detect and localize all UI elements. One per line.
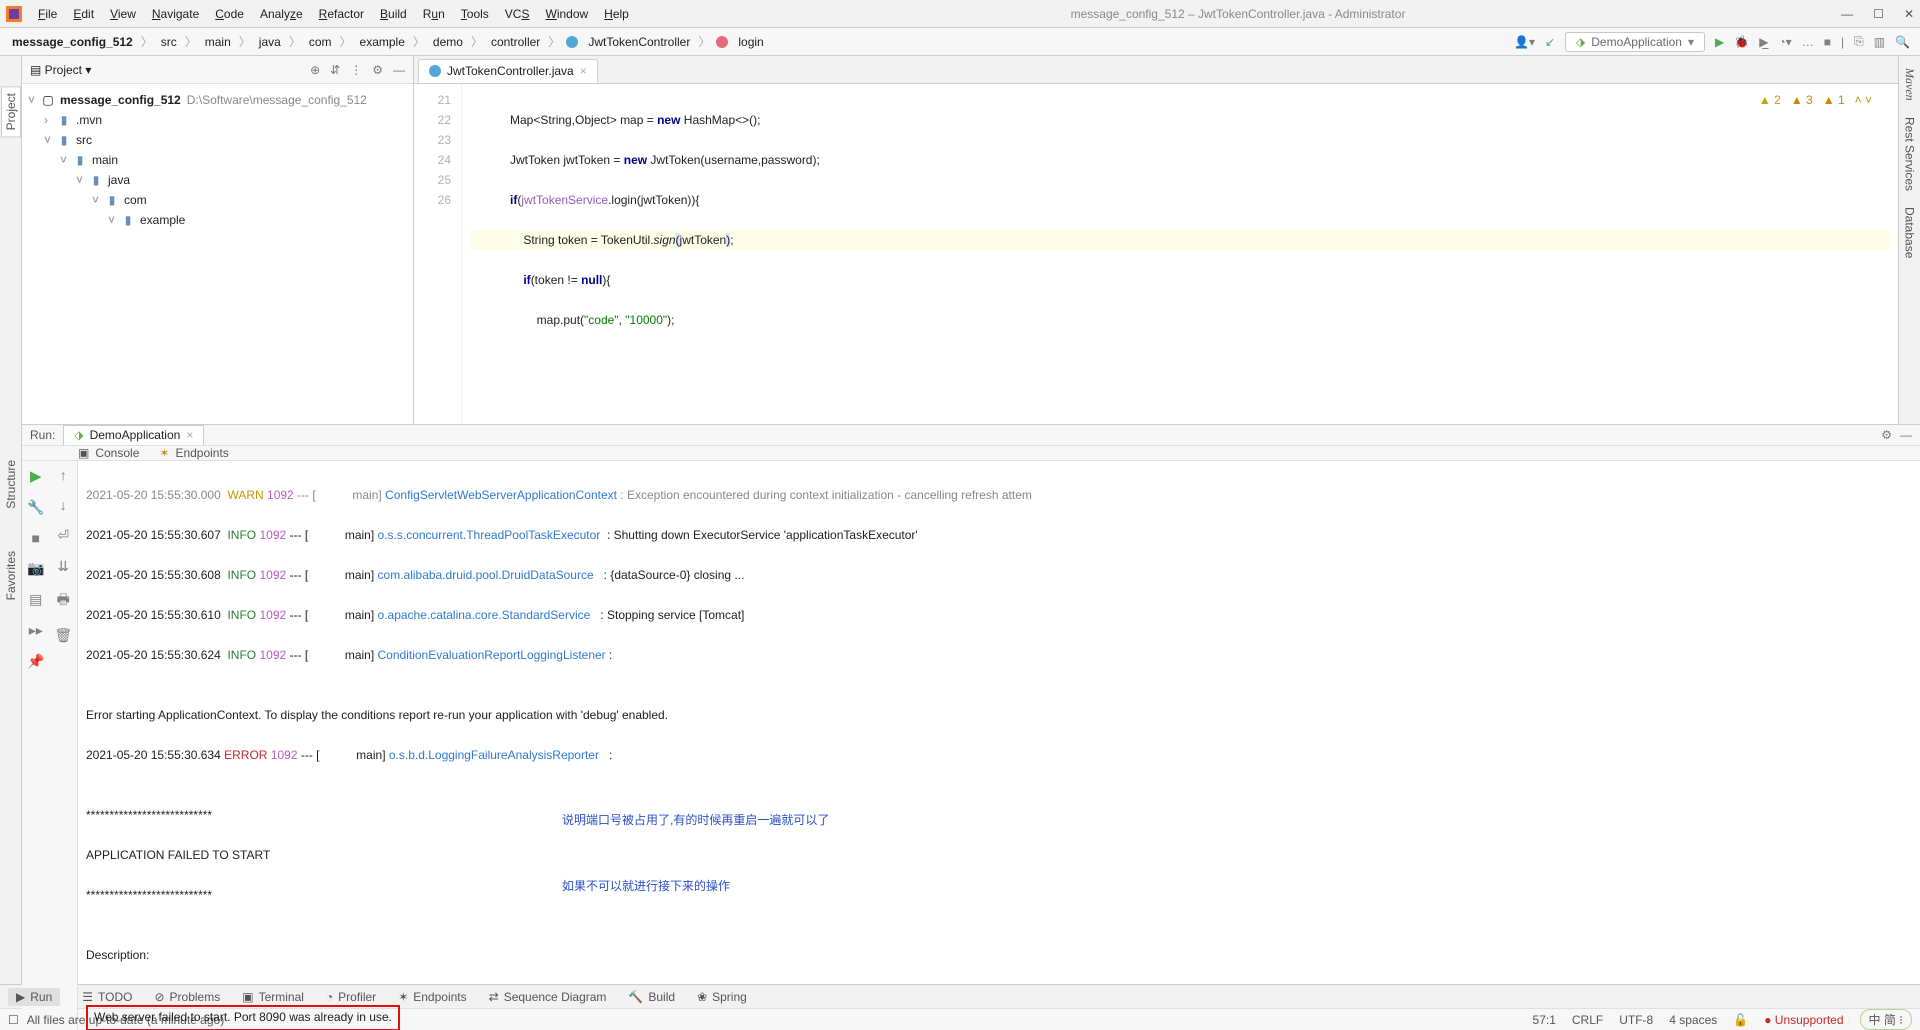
pin-icon[interactable]: 📌 xyxy=(27,653,44,670)
run-hide-icon[interactable]: — xyxy=(1900,428,1912,442)
clear-icon[interactable]: 🗑 xyxy=(54,627,72,644)
git-icon[interactable]: ⎘ xyxy=(1854,34,1864,49)
status-notif-icon[interactable]: ☐ xyxy=(8,1013,19,1027)
close-run-tab-icon[interactable]: × xyxy=(186,428,193,442)
crumb-example[interactable]: example xyxy=(358,35,407,49)
minimize-button[interactable]: — xyxy=(1841,7,1853,21)
menu-window[interactable]: Window xyxy=(539,5,594,23)
left-rail-project[interactable]: Project xyxy=(1,86,21,137)
up-icon[interactable]: ↑ xyxy=(60,467,67,483)
inspection-summary[interactable]: ▲ 2 ▲ 3 ▲ 1 ˄ ˅ xyxy=(1759,90,1872,110)
run-config-selector[interactable]: ⬗DemoApplication▾ xyxy=(1565,32,1705,52)
idea-logo-icon xyxy=(6,6,22,22)
window-title: message_config_512 – JwtTokenController.… xyxy=(635,7,1841,21)
close-button[interactable]: ✕ xyxy=(1904,7,1914,21)
crumb-main[interactable]: main xyxy=(203,35,233,49)
code-content[interactable]: Map<String,Object> map = new HashMap<>()… xyxy=(462,84,1898,424)
crumb-method[interactable]: login xyxy=(736,35,765,49)
port-error-highlight: Web server failed to start. Port 8090 wa… xyxy=(86,1005,400,1030)
menu-view[interactable]: View xyxy=(104,5,142,23)
tree-mvn[interactable]: ›▮.mvn xyxy=(28,110,407,130)
tree-src[interactable]: ˅▮src xyxy=(28,130,407,150)
crumb-src[interactable]: src xyxy=(159,35,179,49)
crumb-com[interactable]: com xyxy=(307,35,334,49)
menu-refactor[interactable]: Refactor xyxy=(313,5,370,23)
crumb-root[interactable]: message_config_512 xyxy=(10,35,135,49)
vcs-update-icon[interactable]: ↙ xyxy=(1545,35,1555,49)
debug-button[interactable]: 🐞 xyxy=(1734,35,1749,49)
menu-vcs[interactable]: VCS xyxy=(499,5,536,23)
select-opened-icon[interactable]: ⊕ xyxy=(310,63,320,77)
annotation-text: 说明端口号被占用了,有的时候再重启一遍就可以了 如果不可以就进行接下来的操作 xyxy=(562,765,829,919)
run-label: Run: xyxy=(30,428,55,442)
console-tab[interactable]: ▣ Console xyxy=(78,446,139,460)
crumb-controller[interactable]: controller xyxy=(489,35,542,49)
console-output[interactable]: 2021-05-20 15:55:30.000 WARN 1092 --- [ … xyxy=(78,461,1920,1030)
scroll-icon[interactable]: ⇊ xyxy=(57,558,69,575)
java-class-icon xyxy=(429,65,441,77)
project-tool-window: ▤ Project ▾ ⊕ ⇵ ⋮ ⚙ — ˅▢message_config_5… xyxy=(22,56,414,424)
hide-icon[interactable]: — xyxy=(393,63,405,77)
menu-help[interactable]: Help xyxy=(598,5,635,23)
wrap-icon[interactable]: ⏎ xyxy=(57,527,69,544)
filter-icon[interactable]: ▸▸ xyxy=(29,622,43,639)
project-view-selector[interactable]: ▤ Project ▾ xyxy=(30,63,91,77)
menu-edit[interactable]: Edit xyxy=(67,5,100,23)
code-editor[interactable]: 212223 242526 Map<String,Object> map = n… xyxy=(414,84,1898,424)
menu-run[interactable]: Run xyxy=(417,5,451,23)
print-icon[interactable]: 🖶 xyxy=(57,589,70,613)
profile-button[interactable]: ◔▾ xyxy=(1778,35,1791,49)
class-icon xyxy=(566,36,578,48)
menu-analyze[interactable]: Analyze xyxy=(254,5,309,23)
user-icon[interactable]: 👤▾ xyxy=(1514,35,1535,49)
tree-example[interactable]: ˅▮example xyxy=(28,210,407,230)
layout-icon[interactable]: ▥ xyxy=(1874,35,1885,49)
breadcrumb[interactable]: message_config_512〉 src〉 main〉 java〉 com… xyxy=(10,33,766,50)
endpoints-tab[interactable]: ✶ Endpoints xyxy=(159,446,228,460)
stop-icon[interactable]: ■ xyxy=(32,530,40,546)
tree-root[interactable]: ˅▢message_config_512D:\Software\message_… xyxy=(28,90,407,110)
stop-button[interactable]: ■ xyxy=(1824,35,1831,49)
tree-com[interactable]: ˅▮com xyxy=(28,190,407,210)
run-tab[interactable]: ⬗DemoApplication× xyxy=(63,425,204,445)
crumb-class[interactable]: JwtTokenController xyxy=(586,35,692,49)
crumb-java[interactable]: java xyxy=(257,35,283,49)
menu-file[interactable]: File xyxy=(32,5,63,23)
maximize-button[interactable]: ☐ xyxy=(1873,7,1884,21)
crumb-demo[interactable]: demo xyxy=(431,35,465,49)
left-rail-structure[interactable]: Structure xyxy=(2,454,20,515)
tree-java[interactable]: ˅▮java xyxy=(28,170,407,190)
menu-tools[interactable]: Tools xyxy=(455,5,495,23)
expand-all-icon[interactable]: ⇵ xyxy=(330,63,340,77)
coverage-button[interactable]: ▶̲ xyxy=(1759,35,1768,49)
layout-icon[interactable]: ▤ xyxy=(29,591,42,608)
collapse-all-icon[interactable]: ⋮ xyxy=(350,63,362,77)
editor-tab[interactable]: JwtTokenController.java × xyxy=(418,59,598,83)
bottom-run[interactable]: ▶ Run xyxy=(8,988,60,1006)
line-gutter: 212223 242526 xyxy=(414,84,462,424)
right-rail-rest[interactable]: Rest Services xyxy=(1901,111,1919,197)
rerun-icon[interactable]: ▶ xyxy=(30,467,42,485)
method-icon xyxy=(716,36,728,48)
search-icon[interactable]: 🔍 xyxy=(1895,35,1910,49)
right-rail-maven[interactable]: Maven xyxy=(1900,62,1919,107)
menu-code[interactable]: Code xyxy=(209,5,250,23)
close-tab-icon[interactable]: × xyxy=(580,64,587,78)
run-settings-icon[interactable]: ⚙ xyxy=(1881,428,1892,442)
right-rail-database[interactable]: Database xyxy=(1901,201,1919,264)
menu-build[interactable]: Build xyxy=(374,5,413,23)
run-button[interactable]: ▶ xyxy=(1715,35,1724,49)
left-rail-favorites[interactable]: Favorites xyxy=(2,545,20,606)
menu-navigate[interactable]: Navigate xyxy=(146,5,205,23)
camera-icon[interactable]: 📷 xyxy=(27,560,44,577)
settings-icon[interactable]: ⚙ xyxy=(372,63,383,77)
main-menu-bar: File Edit View Navigate Code Analyze Ref… xyxy=(32,5,635,23)
down-icon[interactable]: ↓ xyxy=(60,497,67,513)
tool-icon[interactable]: 🔧 xyxy=(27,499,44,516)
separator-icon: | xyxy=(1841,35,1844,49)
tree-main[interactable]: ˅▮main xyxy=(28,150,407,170)
attach-button[interactable]: … xyxy=(1802,35,1814,49)
